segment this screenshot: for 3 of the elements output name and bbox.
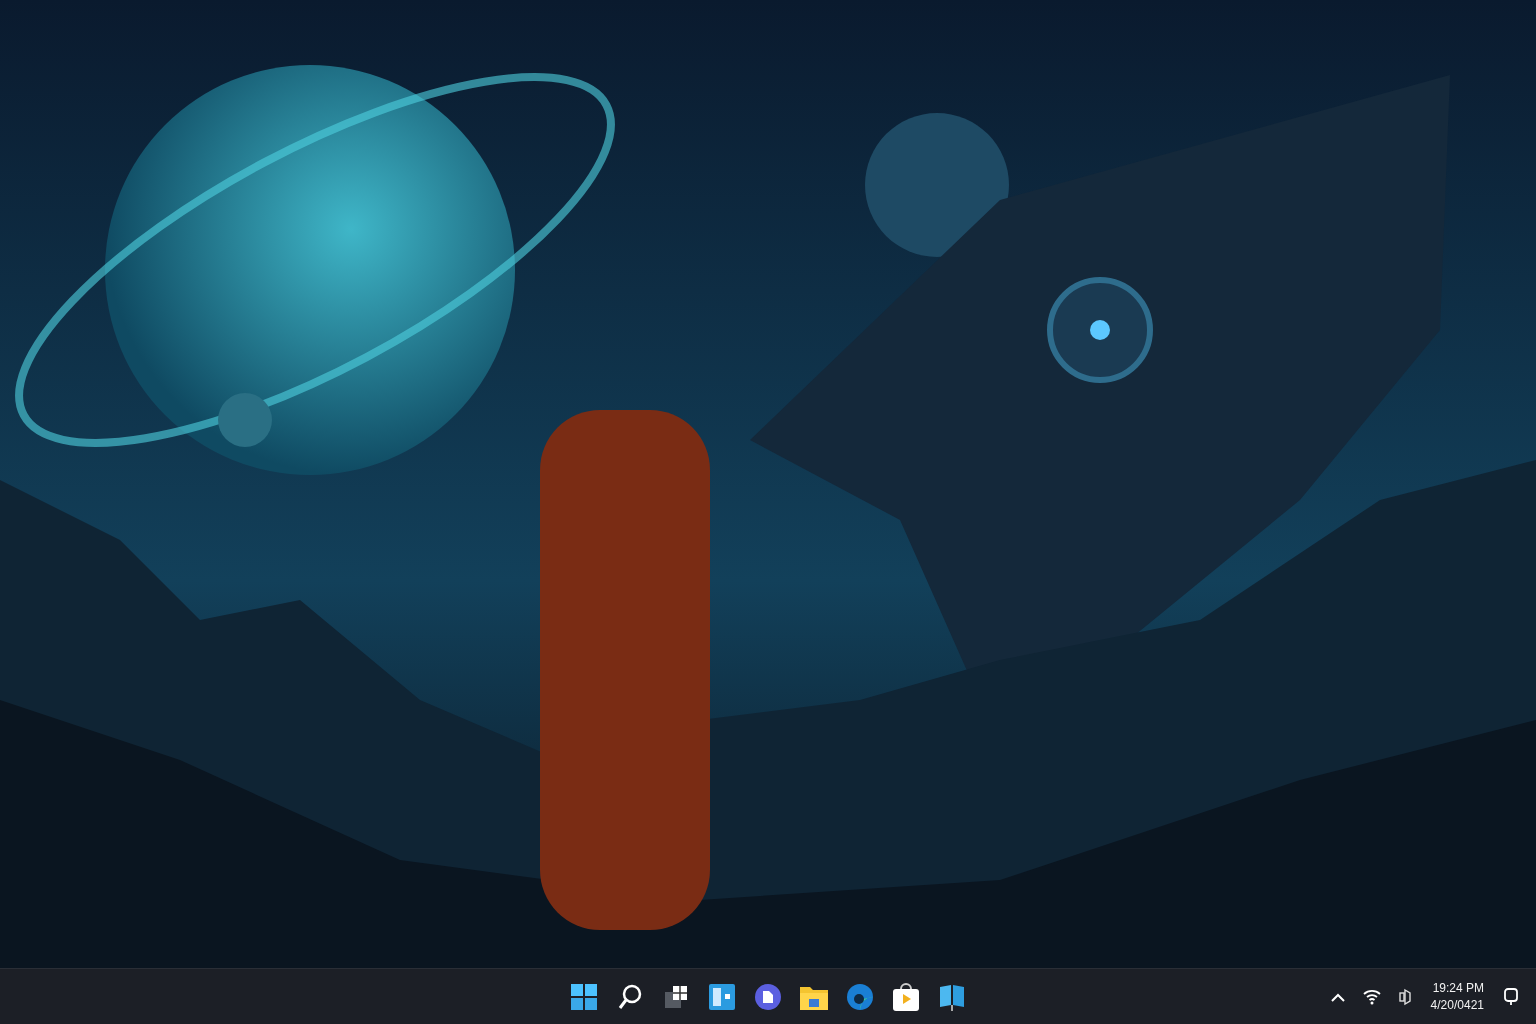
clock[interactable]: 19:24 PM 4/20/0421: [1426, 979, 1488, 1014]
task-view-icon: [663, 983, 689, 1010]
notification-icon[interactable]: [1502, 985, 1520, 1008]
